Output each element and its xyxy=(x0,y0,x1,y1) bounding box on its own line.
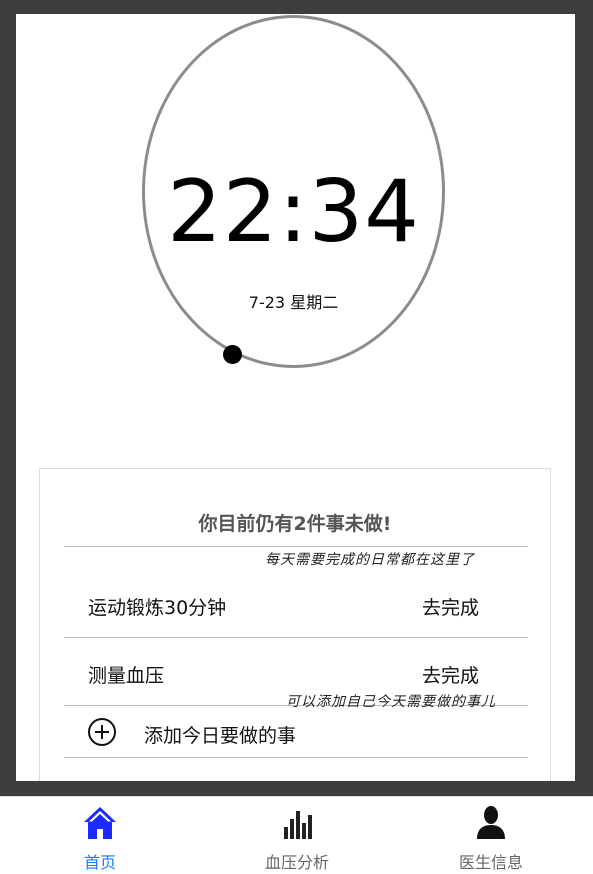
annotation-daily: 每天需要完成的日常都在这里了 xyxy=(265,552,475,568)
divider xyxy=(64,546,528,547)
task-row[interactable]: 运动锻炼30分钟 去完成 xyxy=(64,581,528,629)
annotation-add: 可以添加自己今天需要做的事儿 xyxy=(286,694,496,710)
clock-date: 7-23 星期二 xyxy=(248,293,339,312)
bar-chart-icon xyxy=(284,811,312,839)
nav-item-doctor-info[interactable]: 医生信息 xyxy=(431,797,551,874)
add-task-label: 添加今日要做的事 xyxy=(144,725,297,747)
todo-card: 你目前仍有2件事未做! 每天需要完成的日常都在这里了 运动锻炼30分钟 去完成 … xyxy=(39,468,551,781)
nav-label-home: 首页 xyxy=(83,853,116,872)
main-screen: 22:34 7-23 星期二 你目前仍有2件事未做! 每天需要完成的日常都在这里… xyxy=(16,14,575,781)
divider xyxy=(64,757,528,758)
nav-item-bp-analysis[interactable]: 血压分析 xyxy=(237,797,357,874)
nav-item-home[interactable]: 首页 xyxy=(40,797,160,874)
bottom-nav: 首页 血压分析 医生信息 xyxy=(0,796,593,874)
task-name: 测量血压 xyxy=(88,665,165,687)
complete-task-button[interactable]: 去完成 xyxy=(422,593,479,620)
task-row[interactable]: 测量血压 去完成 xyxy=(64,649,528,697)
task-name: 运动锻炼30分钟 xyxy=(88,597,227,619)
todo-header: 你目前仍有2件事未做! xyxy=(198,513,392,535)
complete-task-button[interactable]: 去完成 xyxy=(422,661,479,688)
user-icon xyxy=(477,806,505,839)
clock-progress-dot xyxy=(223,345,242,364)
divider xyxy=(64,637,528,638)
clock-time: 22:34 xyxy=(167,162,420,262)
nav-label-bp-analysis: 血压分析 xyxy=(264,853,329,872)
nav-label-doctor-info: 医生信息 xyxy=(458,853,523,872)
add-circle-icon[interactable] xyxy=(88,718,116,746)
add-task-button[interactable]: 添加今日要做的事 xyxy=(64,713,528,757)
home-icon xyxy=(84,807,116,839)
